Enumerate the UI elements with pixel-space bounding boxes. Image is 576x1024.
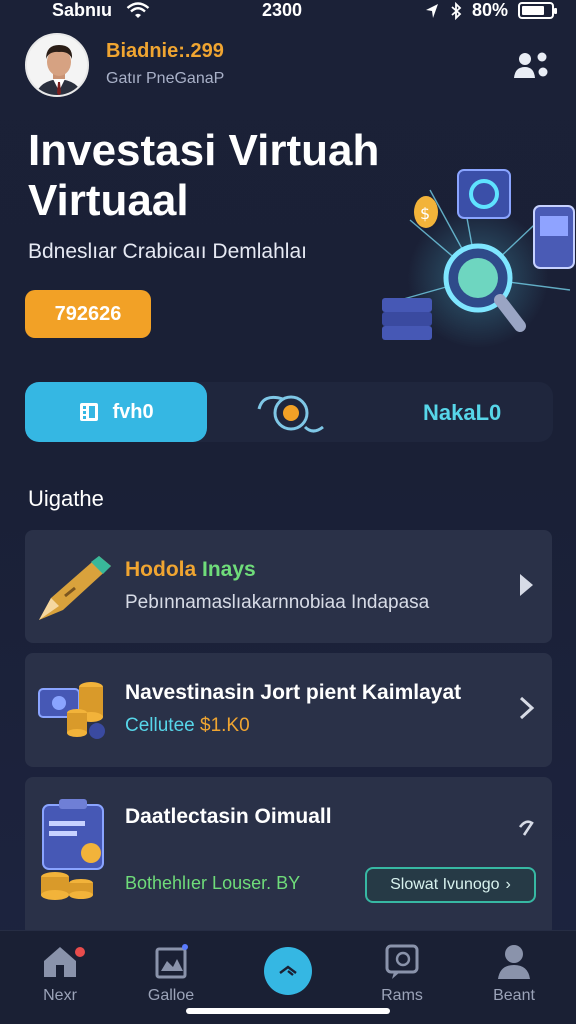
investment-illustration-icon: $ (382, 169, 575, 348)
wallet-coins-icon (41, 799, 104, 900)
money-coins-icon (38, 682, 105, 739)
svg-text:$: $ (420, 204, 430, 223)
status-right: 80% (424, 0, 557, 21)
cta-label: Slowat Ivunogo (390, 876, 500, 893)
nav-item-profile[interactable]: Beant (469, 941, 559, 1005)
investment-card-2[interactable]: Navestinasin Jort pient Kaimlayat Cellut… (25, 653, 552, 767)
tab-active-label: fvh0 (112, 400, 154, 423)
center-action-icon (279, 965, 297, 976)
card-1-subtitle: Pebınnamaslıakarnnobiaa Indapasa (125, 592, 430, 613)
avatar-portrait (27, 35, 87, 95)
investment-card-1[interactable]: Hodola Inays Pebınnamaslıakarnnobiaa Ind… (25, 530, 552, 643)
nav-item-chat[interactable]: Rams (357, 941, 447, 1005)
segment-tabs: fvh0 NakaL0 (25, 382, 553, 442)
investment-card-3[interactable]: Daatlectasin Oimuall Bothehlıer Louser. … (25, 777, 552, 937)
nav-label-chat: Rams (381, 987, 423, 1004)
tab-right-label[interactable]: NakaL0 (423, 400, 501, 426)
card-3-footer: Bothehlıer Louser. BY (125, 873, 301, 893)
profile-icon (498, 945, 530, 979)
hero-subtitle: Bdneslıar Crabicaıı Demlahlaı (28, 240, 307, 263)
chevron-right-icon (520, 574, 533, 596)
balance-button[interactable]: 792626 (25, 290, 151, 338)
nav-item-home[interactable]: Nexr (15, 941, 105, 1005)
nav-center-button[interactable] (264, 947, 312, 995)
battery-percent: 80% (471, 0, 508, 20)
chevron-right-icon (518, 820, 534, 836)
chevron-right-icon (519, 696, 535, 720)
clock: 2300 (262, 0, 303, 20)
notification-badge (73, 945, 87, 959)
card-2-subtitle: Cellutee $1.K0 (125, 715, 250, 737)
carrier-label: Sabnıu (52, 0, 113, 20)
people-icon[interactable] (512, 48, 552, 84)
chevron-right-small-icon: › (505, 876, 511, 893)
nav-item-gallery[interactable]: Galloe (126, 941, 216, 1005)
avatar[interactable] (25, 33, 89, 97)
nav-label-home: Nexr (43, 987, 77, 1004)
card-2-title: Navestinasin Jort pient Kaimlayat (125, 681, 462, 704)
card-3-title: Daatlectasin Oimuall (125, 805, 332, 828)
nav-label-gallery: Galloe (147, 987, 195, 1004)
bluetooth-icon (451, 1, 462, 20)
user-name: Biadnie:.299 (106, 40, 224, 62)
tab-active[interactable]: fvh0 (25, 382, 207, 442)
globe-coin-icon[interactable] (253, 387, 325, 439)
battery-level (522, 6, 544, 15)
nav-label-profile: Beant (493, 987, 535, 1004)
status-bar: Sabnıu 2300 80% (0, 0, 576, 26)
section-title: Uigathe (28, 486, 104, 511)
card-1-title-text: Hodola Inays (125, 558, 256, 581)
wifi-icon (126, 2, 150, 18)
user-subtitle: Gatır PneGanaP (106, 70, 225, 87)
card-2-subtitle-prefix: Cellutee (125, 715, 195, 736)
card-2-subtitle-value: $1.K0 (200, 715, 250, 736)
card-1-title: Hodola Inays (125, 558, 256, 582)
location-icon (425, 3, 438, 18)
chat-icon (385, 944, 419, 979)
pencil-icon (39, 556, 111, 620)
film-icon (80, 403, 99, 421)
battery-icon (518, 2, 557, 19)
gallery-icon (155, 944, 188, 979)
home-indicator (186, 1008, 390, 1014)
card-3-cta-button[interactable]: Slowat Ivunogo › (365, 867, 536, 903)
